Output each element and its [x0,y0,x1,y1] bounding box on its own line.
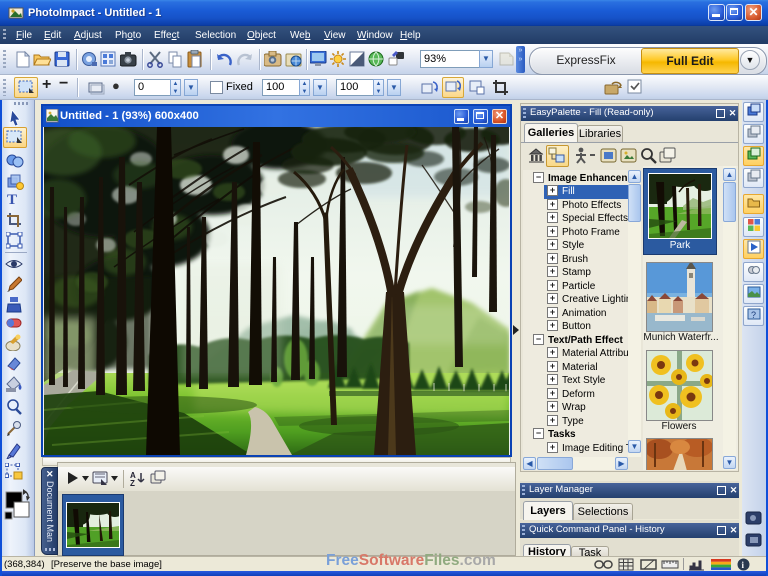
svg-text:?: ? [751,310,756,320]
svg-text:Z: Z [130,479,135,487]
